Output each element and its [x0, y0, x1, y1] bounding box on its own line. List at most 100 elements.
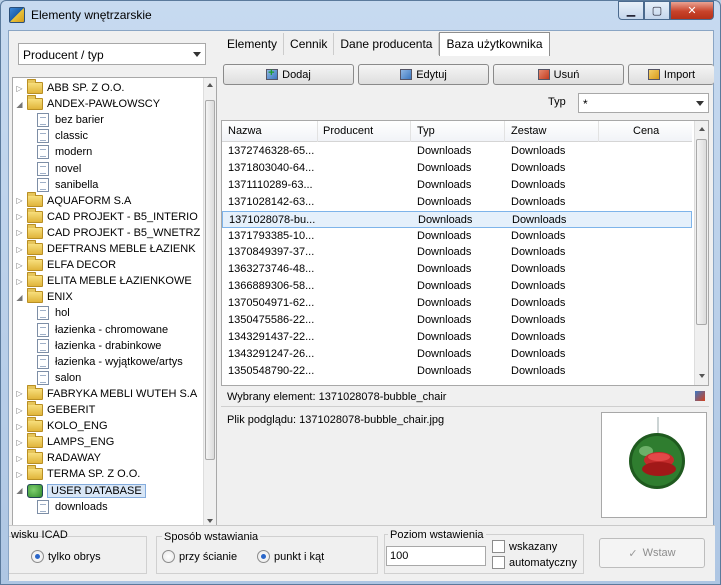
collapse-icon[interactable]: ◢ — [15, 293, 24, 302]
grid-scroll-thumb[interactable] — [696, 139, 707, 325]
column-header-producent[interactable]: Producent — [323, 125, 373, 137]
tree-item-label: CAD PROJEKT - B5_WNETRZ — [47, 226, 201, 239]
tree-item-label: hol — [55, 307, 70, 320]
tree-leaf-item[interactable]: hol — [37, 305, 70, 321]
table-row[interactable]: 1350475586-22... Downloads Downloads — [222, 312, 692, 329]
tree-leaf-item[interactable]: bez barier — [37, 112, 104, 128]
table-row[interactable]: 1370849397-37... Downloads Downloads — [222, 244, 692, 261]
table-cell: Downloads — [511, 314, 566, 326]
bottom-options-bar: wisku ICAD tylko obrys Sposób wstawiania… — [9, 525, 715, 581]
expand-icon[interactable]: ▷ — [15, 245, 24, 254]
tree-node-item[interactable]: ▷ ELFA DECOR — [15, 256, 116, 273]
tree-scroll-thumb[interactable] — [205, 100, 215, 460]
expand-icon[interactable]: ▷ — [15, 261, 24, 270]
table-row[interactable]: 1371110289-63... Downloads Downloads — [222, 177, 692, 194]
expand-icon[interactable]: ▷ — [15, 470, 24, 479]
tree-node-item[interactable]: ▷ FABRYKA MEBLI WUTEH S.A — [15, 384, 197, 402]
expand-icon[interactable]: ▷ — [15, 406, 24, 415]
radio-punkt-i-kat[interactable]: punkt i kąt — [257, 550, 324, 563]
tree-node-item[interactable]: ▷ TERMA SP. Z O.O. — [15, 465, 140, 482]
table-row[interactable]: 1350548790-22... Downloads Downloads — [222, 363, 692, 380]
tree-node-item[interactable]: ▷ DEFTRANS MEBLE ŁAZIENK — [15, 240, 196, 257]
table-row[interactable]: 1371028078-bu... Downloads Downloads — [222, 210, 692, 228]
grouping-select[interactable]: Producent / typ — [18, 43, 206, 65]
delete-button[interactable]: Usuń — [493, 64, 624, 85]
expand-icon[interactable]: ▷ — [15, 228, 24, 237]
table-cell: Downloads — [417, 145, 472, 157]
column-header-typ[interactable]: Typ — [417, 125, 435, 137]
tree-node-item[interactable]: ▷ ABB SP. Z O.O. — [15, 79, 124, 96]
table-row[interactable]: 1343291247-26... Downloads Downloads — [222, 346, 692, 363]
grid-vertical-scrollbar[interactable] — [694, 121, 708, 385]
tree-leaf-item[interactable]: modern — [37, 144, 92, 160]
tab-cennik[interactable]: Cennik — [284, 33, 335, 55]
tree-node-item[interactable]: ▷ AQUAFORM S.A — [15, 191, 131, 209]
table-cell: Downloads — [511, 161, 566, 174]
type-filter-select[interactable]: * — [578, 93, 709, 113]
expand-icon[interactable]: ▷ — [15, 438, 24, 447]
tree-node-item[interactable]: ▷ ELITA MEBLE ŁAZIENKOWE — [15, 272, 192, 289]
tree-node-item[interactable]: ▷ KOLO_ENG — [15, 417, 108, 434]
tree-node-item[interactable]: ◢ ANDEX-PAWŁOWSCY — [15, 95, 160, 112]
elements-grid[interactable]: Nazwa Producent Typ Zestaw Cena 13727463… — [221, 120, 709, 386]
edit-button[interactable]: Edytuj — [358, 64, 489, 85]
tree-leaf-item[interactable]: łazienka - chromowane — [37, 322, 168, 338]
expand-icon[interactable]: ▷ — [15, 84, 24, 93]
checkbox-automatyczny[interactable]: automatyczny — [492, 556, 577, 569]
import-button[interactable]: Import — [628, 64, 714, 85]
radio-przy-scianie[interactable]: przy ścianie — [162, 550, 237, 563]
tree-node-item[interactable]: ▷ RADAWAY — [15, 449, 101, 466]
tree-leaf-item[interactable]: sanibella — [37, 177, 98, 193]
expand-icon[interactable]: ▷ — [15, 389, 24, 398]
table-row[interactable]: 1370504971-62... Downloads Downloads — [222, 295, 692, 312]
table-row[interactable]: 1363273746-48... Downloads Downloads — [222, 261, 692, 278]
tree-node-item[interactable]: ▷ CAD PROJEKT - B5_INTERIO — [15, 207, 198, 225]
selection-info-bar: Wybrany element: 1371028078-bubble_chair — [221, 387, 709, 407]
tree-leaf-item[interactable]: classic — [37, 128, 88, 144]
expand-icon[interactable]: ▷ — [15, 212, 24, 221]
tree-node-item[interactable]: ▷ LAMPS_ENG — [15, 433, 114, 450]
expand-icon[interactable]: ▷ — [15, 277, 24, 286]
collapse-icon[interactable]: ◢ — [15, 100, 24, 109]
table-row[interactable]: 1343291437-22... Downloads Downloads — [222, 329, 692, 346]
tree-item-label: GEBERIT — [47, 404, 96, 416]
checkbox-wskazany[interactable]: wskazany — [492, 540, 557, 553]
expand-icon[interactable]: ▷ — [15, 422, 24, 431]
tree-leaf-item[interactable]: salon — [37, 370, 81, 386]
minimize-button[interactable]: ▁ — [618, 1, 644, 20]
tab-baza-uzytkownika[interactable]: Baza użytkownika — [439, 32, 550, 56]
close-button[interactable]: ✕ — [670, 1, 714, 20]
expand-icon[interactable]: ▷ — [15, 454, 24, 463]
column-header-zestaw[interactable]: Zestaw — [511, 125, 546, 137]
table-row[interactable]: 1366889306-58... Downloads Downloads — [222, 278, 692, 295]
chevron-down-icon — [193, 52, 201, 57]
tab-dane-producenta[interactable]: Dane producenta — [334, 33, 440, 55]
tree-leaf-item[interactable]: łazienka - drabinkowe — [37, 338, 161, 354]
tree-leaf-item[interactable]: łazienka - wyjątkowe/artys — [37, 354, 183, 370]
column-header-nazwa[interactable]: Nazwa — [228, 125, 262, 137]
delete-icon — [537, 69, 550, 80]
table-row[interactable]: 1371793385-10... Downloads Downloads — [222, 228, 692, 245]
table-row[interactable]: 1372746328-65... Downloads Downloads — [222, 143, 692, 160]
column-header-cena[interactable]: Cena — [633, 125, 659, 137]
expand-icon[interactable]: ▷ — [15, 196, 24, 205]
table-row[interactable]: 1371803040-64... Downloads Downloads — [222, 160, 692, 177]
pin-icon[interactable] — [695, 391, 705, 401]
tree-leaf-item[interactable]: novel — [37, 161, 81, 177]
add-button[interactable]: Dodaj — [223, 64, 354, 85]
table-row[interactable]: 1371028142-63... Downloads Downloads — [222, 194, 692, 211]
tree-node-item[interactable]: ▷ GEBERIT — [15, 401, 96, 418]
tree-vertical-scrollbar[interactable] — [203, 78, 216, 530]
tree-node-item[interactable]: ◢ ENIX — [15, 288, 73, 305]
tab-elementy[interactable]: Elementy — [221, 33, 285, 55]
insert-button[interactable]: ✓ Wstaw — [599, 538, 705, 568]
catalog-tree[interactable]: downloads ◢ USER DATABASE ▷ TERMA SP. Z O.O.… — [12, 77, 217, 545]
tree-node-item[interactable]: ◢ USER DATABASE — [15, 483, 146, 499]
collapse-icon[interactable]: ◢ — [15, 486, 24, 495]
tree-node-item[interactable]: ▷ CAD PROJEKT - B5_WNETRZ — [15, 223, 201, 241]
tree-leaf-item[interactable]: downloads — [37, 499, 108, 515]
maximize-button[interactable]: ▢ — [644, 1, 670, 20]
insert-level-input[interactable]: 100 — [386, 546, 486, 566]
radio-tylko-obrys[interactable]: tylko obrys — [31, 550, 101, 563]
scroll-down-icon — [207, 519, 213, 523]
